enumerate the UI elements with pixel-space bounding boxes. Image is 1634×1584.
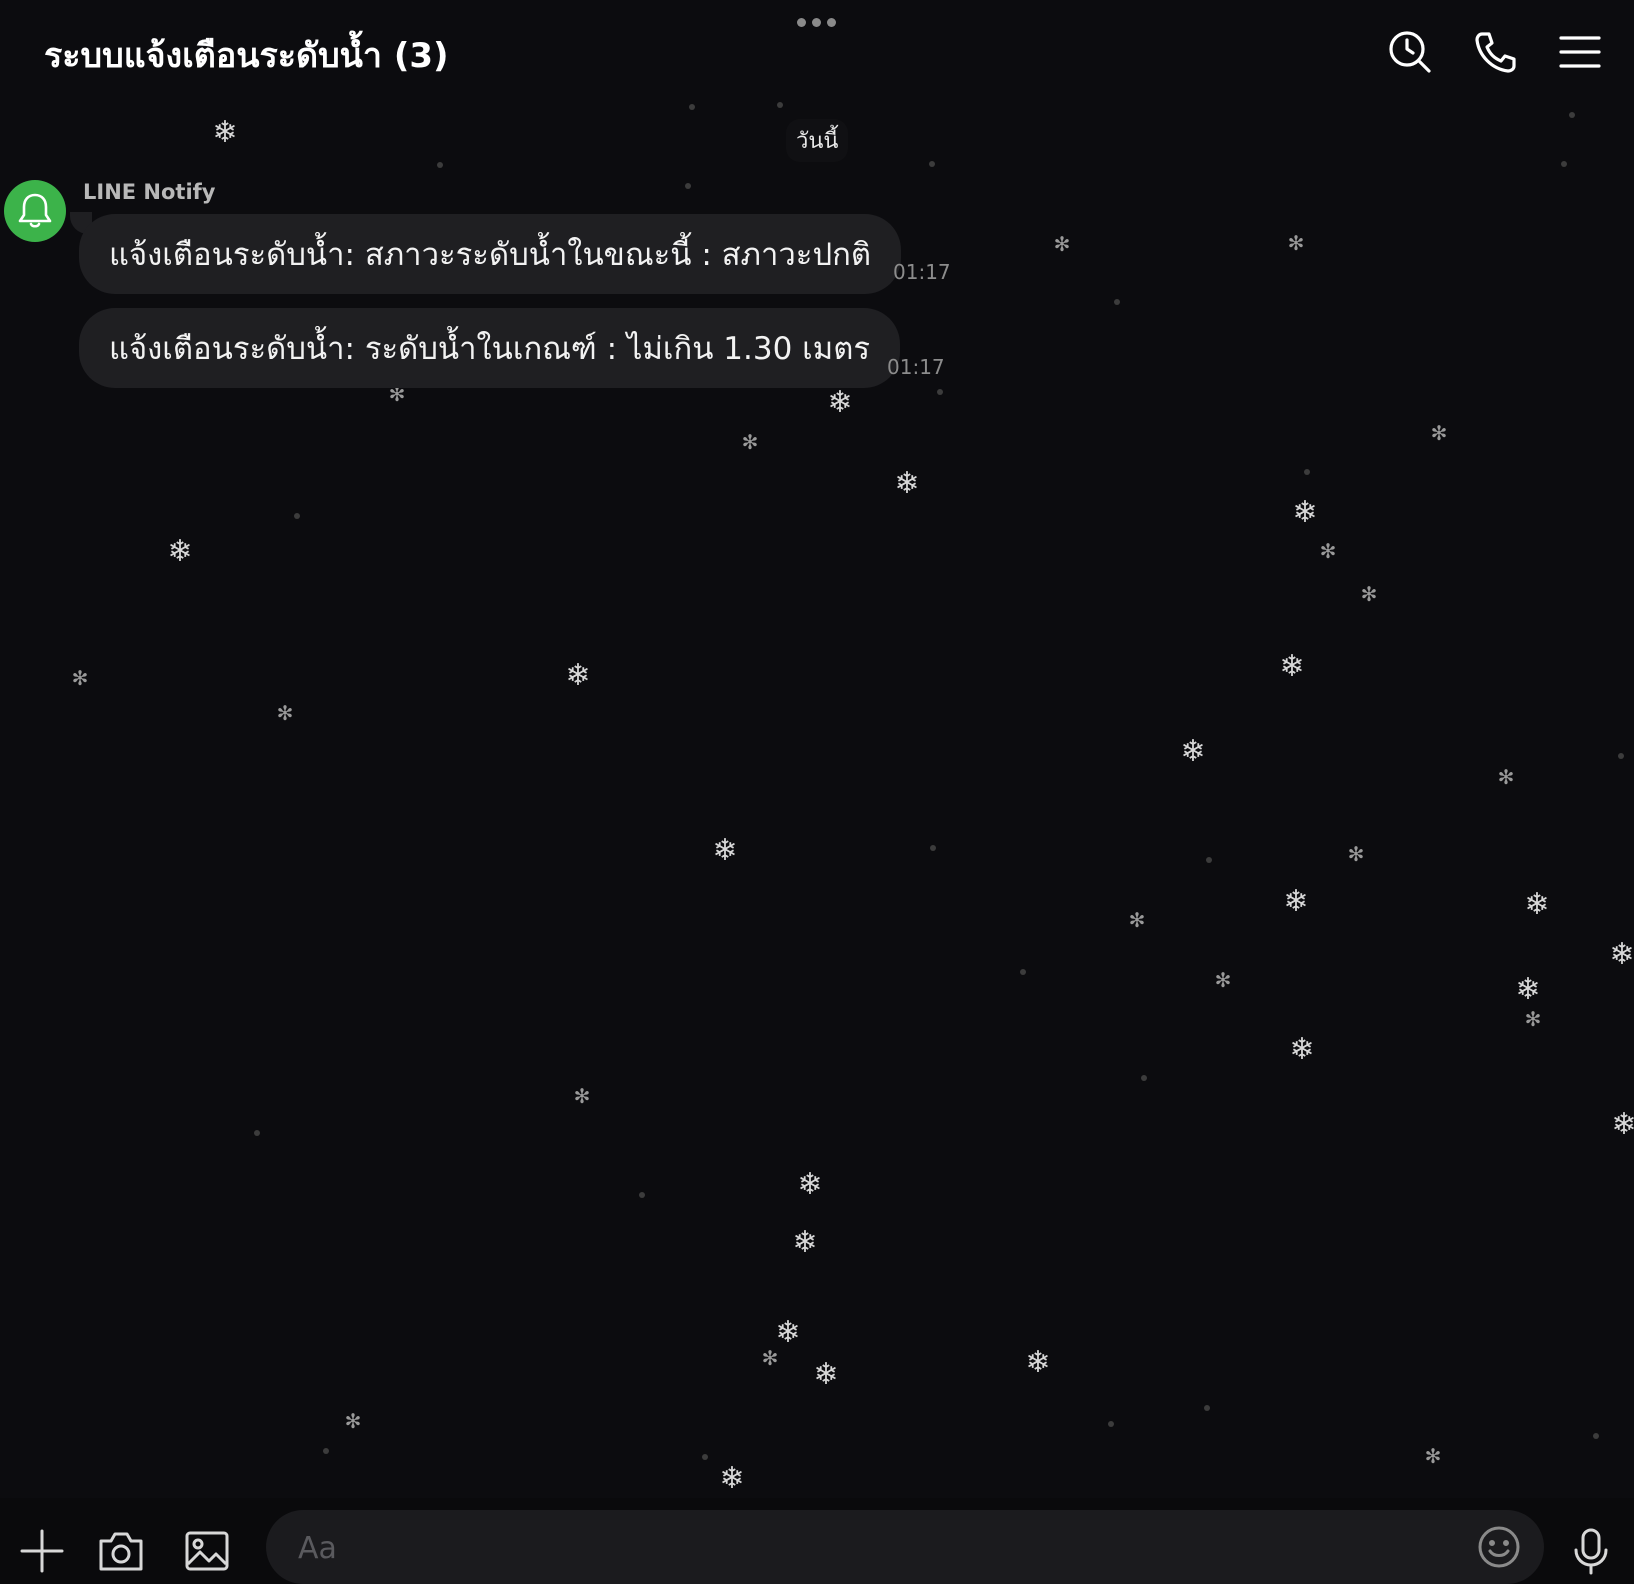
snowflake xyxy=(1114,299,1120,305)
message-time: 01:17 xyxy=(893,260,951,284)
snowflake xyxy=(937,389,943,395)
snowflake xyxy=(1618,753,1624,759)
chat-title: ระบบแจ้งเตือนระดับน้ำ (3) xyxy=(44,36,449,76)
bell-icon xyxy=(18,193,52,228)
message-text: แจ้งเตือนระดับน้ำ: ระดับน้ำในเกณฑ์ : ไม่… xyxy=(109,331,870,367)
snowflake xyxy=(323,1448,329,1454)
snowflake: ❄ xyxy=(894,466,920,501)
message-bubble[interactable]: แจ้งเตือนระดับน้ำ: สภาวะระดับน้ำในขณะนี้… xyxy=(79,214,902,294)
snowflake: ✻ xyxy=(276,701,294,725)
snowflake xyxy=(1141,1075,1147,1081)
snowflake: ❄ xyxy=(1609,937,1634,972)
camera-icon[interactable] xyxy=(96,1526,146,1576)
snowflake: ❄ xyxy=(1611,1107,1634,1142)
snowflake: ✻ xyxy=(1053,232,1071,256)
snowflake: ❄ xyxy=(1515,972,1541,1007)
snowflake: ✻ xyxy=(1347,842,1365,866)
message-input-container[interactable] xyxy=(266,1510,1544,1584)
snowflake: ✻ xyxy=(1524,1007,1542,1031)
snowflake: ❄ xyxy=(1283,884,1309,919)
search-history-icon[interactable] xyxy=(1386,28,1434,76)
snowflake xyxy=(254,1130,260,1136)
snowflake: ✻ xyxy=(1319,539,1337,563)
plus-icon[interactable] xyxy=(17,1526,67,1576)
snowflake: ✻ xyxy=(761,1346,779,1370)
snowflake xyxy=(1108,1421,1114,1427)
snowflake: ✻ xyxy=(1430,421,1448,445)
snowflake: ❄ xyxy=(167,534,193,569)
snowflake: ✻ xyxy=(741,430,759,454)
snowflake: ❄ xyxy=(1025,1345,1051,1380)
snowflake: ❄ xyxy=(827,385,853,420)
snowflake: ✻ xyxy=(1287,231,1305,255)
sender-avatar[interactable] xyxy=(4,180,66,242)
sender-name: LINE Notify xyxy=(83,180,216,204)
snowflake xyxy=(294,513,300,519)
snowflake xyxy=(1304,469,1310,475)
phone-icon[interactable] xyxy=(1472,28,1520,76)
chat-screen: ❄ ❄ ❄ ❄ ❄ ❄ ❄ ❄ ❄ ❄ ❄ ❄ ❄ ❄ ❄ ❄ ❄ ❄ ❄ ❄ ❄ ✻ ✻ ✻ ✻ ✻ ✻ ✻ ✻ ✻ ✻ ✻ ✻ ✻ ✻ ✻ ✻ ✻ ✻ … xyxy=(0,0,1634,1584)
snowflake: ✻ xyxy=(1128,908,1146,932)
microphone-icon[interactable] xyxy=(1566,1526,1616,1576)
snowflake: ✻ xyxy=(1497,765,1515,789)
message-input[interactable] xyxy=(296,1510,1440,1584)
snowflake xyxy=(929,161,935,167)
snowflake: ✻ xyxy=(1214,968,1232,992)
snowflake: ❄ xyxy=(712,833,738,868)
snowflake: ❄ xyxy=(1292,495,1318,530)
snowflake: ❄ xyxy=(1279,649,1305,684)
snowflake: ❄ xyxy=(797,1167,823,1202)
snowflake xyxy=(437,162,443,168)
snowflake xyxy=(1206,857,1212,863)
snowflake xyxy=(930,845,936,851)
message-time: 01:17 xyxy=(887,355,945,379)
snowflake: ✻ xyxy=(344,1409,362,1433)
snowflake xyxy=(702,1454,708,1460)
snowflake: ✻ xyxy=(1424,1444,1442,1468)
snowflake: ❄ xyxy=(719,1461,745,1496)
snowflake: ❄ xyxy=(1289,1032,1315,1067)
date-separator: วันนี้ xyxy=(786,119,849,162)
snowflake: ✻ xyxy=(1360,582,1378,606)
snowflake: ❄ xyxy=(792,1225,818,1260)
emoji-icon[interactable] xyxy=(1474,1522,1524,1572)
snowflake xyxy=(1593,1433,1599,1439)
image-icon[interactable] xyxy=(182,1526,232,1576)
snowflake: ✻ xyxy=(573,1084,591,1108)
snowflake: ✻ xyxy=(71,666,89,690)
snowflake: ❄ xyxy=(1524,887,1550,922)
snowflake: ❄ xyxy=(212,115,238,150)
snowflake: ❄ xyxy=(565,658,591,693)
snowflake xyxy=(689,104,695,110)
snowflake xyxy=(1569,112,1575,118)
snowflake xyxy=(685,183,691,189)
message-bubble[interactable]: แจ้งเตือนระดับน้ำ: ระดับน้ำในเกณฑ์ : ไม่… xyxy=(79,308,900,388)
snowflake xyxy=(1561,161,1567,167)
snowflake: ❄ xyxy=(813,1357,839,1392)
snowflake: ❄ xyxy=(1180,734,1206,769)
snowflake xyxy=(639,1192,645,1198)
more-dots-icon[interactable] xyxy=(797,18,836,27)
message-text: แจ้งเตือนระดับน้ำ: สภาวะระดับน้ำในขณะนี้… xyxy=(109,237,872,273)
snowflake xyxy=(1204,1405,1210,1411)
snowflake xyxy=(1020,969,1026,975)
menu-icon[interactable] xyxy=(1556,28,1604,76)
snowflake xyxy=(777,102,783,108)
snowflake: ❄ xyxy=(775,1315,801,1350)
